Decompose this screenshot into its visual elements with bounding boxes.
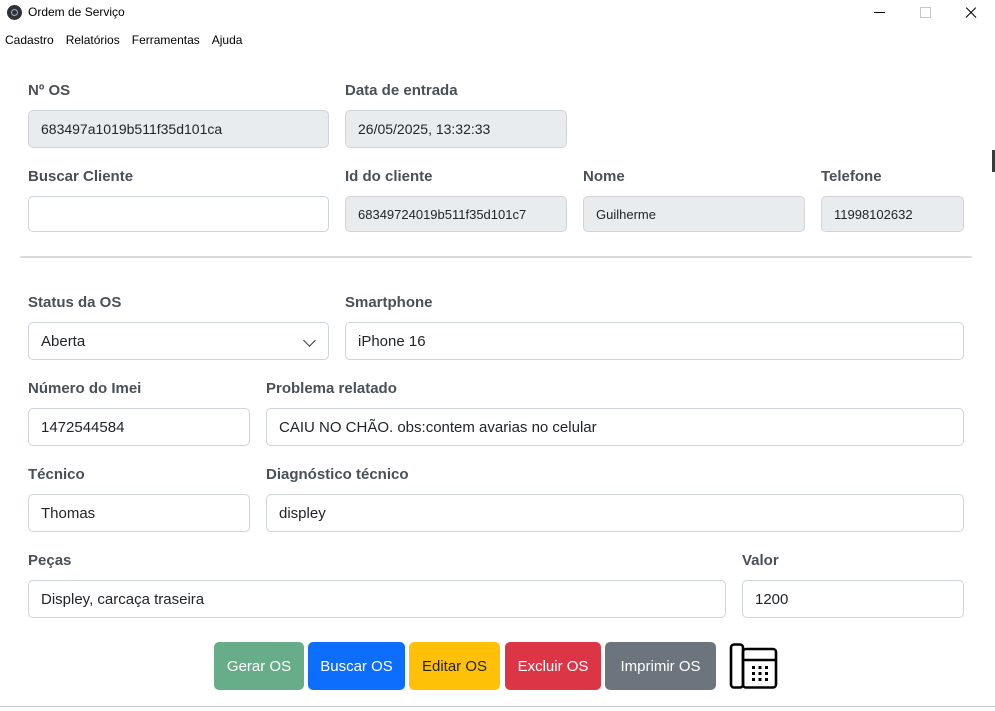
menu-relatorios[interactable]: Relatórios — [66, 31, 120, 51]
status-select[interactable]: Aberta — [28, 322, 329, 360]
edit-os-button[interactable]: Editar OS — [409, 642, 500, 690]
client-name-label: Nome — [583, 168, 625, 185]
price-input[interactable]: 1200 — [742, 580, 964, 618]
window-title: Ordem de Serviço — [28, 5, 125, 19]
client-phone-field[interactable]: 11998102632 — [821, 196, 964, 232]
client-phone-label: Telefone — [821, 168, 882, 185]
close-button[interactable] — [948, 0, 994, 26]
menu-ajuda[interactable]: Ajuda — [212, 31, 243, 51]
app-icon — [7, 5, 22, 20]
status-label: Status da OS — [28, 294, 122, 311]
smartphone-input[interactable]: iPhone 16 — [345, 322, 964, 360]
entry-date-field[interactable]: 26/05/2025, 13:32:33 — [345, 110, 567, 148]
chevron-down-icon — [303, 334, 316, 347]
parts-input[interactable]: Displey, carcaça traseira — [28, 580, 726, 618]
section-divider — [20, 256, 972, 258]
delete-os-button[interactable]: Excluir OS — [505, 642, 601, 690]
entry-date-label: Data de entrada — [345, 82, 458, 99]
smartphone-label: Smartphone — [345, 294, 433, 311]
price-label: Valor — [742, 552, 779, 569]
diagnosis-input[interactable]: displey — [266, 494, 964, 532]
diagnosis-label: Diagnóstico técnico — [266, 466, 409, 483]
problem-label: Problema relatado — [266, 380, 397, 397]
menu-cadastro[interactable]: Cadastro — [5, 31, 54, 51]
client-id-label: Id do cliente — [345, 168, 433, 185]
bottom-border — [0, 706, 995, 707]
menu-bar: Cadastro Relatórios Ferramentas Ajuda — [0, 31, 249, 51]
minimize-button[interactable] — [856, 0, 902, 26]
parts-label: Peças — [28, 552, 72, 569]
imei-label: Número do Imei — [28, 380, 142, 397]
technician-input[interactable]: Thomas — [28, 494, 250, 532]
technician-label: Técnico — [28, 466, 85, 483]
search-os-button[interactable]: Buscar OS — [308, 642, 405, 690]
problem-input[interactable]: CAIU NO CHÃO. obs:contem avarias no celu… — [266, 408, 964, 446]
search-client-label: Buscar Cliente — [28, 168, 134, 185]
maximize-button[interactable] — [902, 0, 948, 26]
title-bar: Ordem de Serviço — [0, 0, 995, 26]
calculator-icon[interactable] — [728, 643, 780, 689]
os-number-label: Nº OS — [28, 82, 71, 99]
client-id-field[interactable]: 68349724019b511f35d101c7 — [345, 196, 567, 232]
status-select-value: Aberta — [41, 332, 86, 350]
menu-ferramentas[interactable]: Ferramentas — [132, 31, 200, 51]
print-os-button[interactable]: Imprimir OS — [605, 642, 716, 690]
os-number-field[interactable]: 683497a1019b511f35d101ca — [28, 110, 329, 148]
imei-input[interactable]: 1472544584 — [28, 408, 250, 446]
client-name-field[interactable]: Guilherme — [583, 196, 805, 232]
search-client-input[interactable] — [28, 196, 329, 232]
create-os-button[interactable]: Gerar OS — [214, 642, 304, 690]
